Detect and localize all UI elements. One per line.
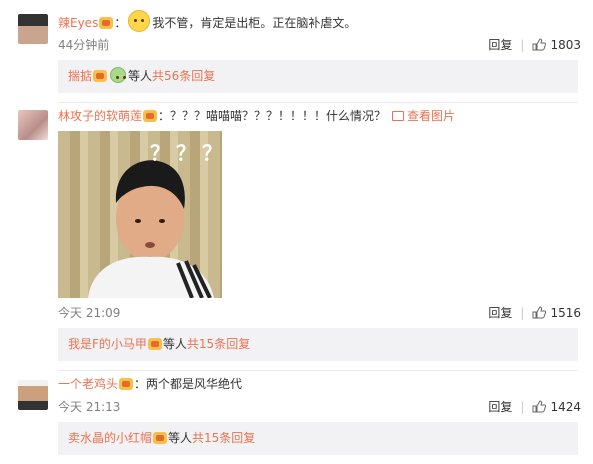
view-image-link[interactable]: 查看图片: [392, 109, 455, 123]
cat-emoji-icon: [128, 10, 151, 32]
comment-text: ？？？喵喵喵？？？！！！！什么情况？: [170, 109, 387, 123]
reply-summary-bar[interactable]: 我是F的小马甲 等人共15条回复: [58, 328, 578, 361]
comment-time: 44分钟前: [58, 38, 110, 52]
comment-time: 今天 21:09: [58, 306, 121, 320]
comment-time: 今天 21:13: [58, 400, 121, 414]
avatar[interactable]: [18, 14, 48, 44]
like-count: 1424: [550, 400, 581, 414]
thumbs-up-icon: [532, 38, 547, 51]
reply-summary-bar[interactable]: 卖水晶的小红帽 等人共15条回复: [58, 422, 578, 455]
view-image-label: 查看图片: [407, 109, 456, 123]
like-button[interactable]: 1516: [532, 306, 581, 320]
reply-count-link[interactable]: 共15条回复: [187, 337, 250, 351]
vip-badge-icon: [153, 432, 168, 444]
comment-username[interactable]: 一个老鸡头: [58, 377, 118, 391]
reply-suffix: 等人: [162, 337, 187, 351]
comment-username[interactable]: 辣Eyes: [58, 16, 98, 30]
reply-username[interactable]: 卖水晶的小红帽: [68, 431, 152, 445]
comment-actions: 回复 | 1424: [488, 400, 581, 414]
comment-username[interactable]: 林攻子的软萌莲: [58, 109, 142, 123]
reply-username[interactable]: 揣掂: [68, 69, 92, 83]
reply-button[interactable]: 回复: [488, 400, 512, 414]
face-emoji-icon: [110, 67, 127, 83]
colon: ：: [134, 377, 147, 391]
avatar[interactable]: [18, 380, 48, 410]
reply-username[interactable]: 我是F的小马甲: [68, 337, 147, 351]
divider: [58, 370, 578, 371]
like-button[interactable]: 1424: [532, 400, 581, 414]
vip-badge-icon: [143, 110, 158, 122]
colon: ：: [158, 109, 171, 123]
image-icon: [392, 111, 405, 121]
like-count: 1516: [550, 306, 581, 320]
comment-actions: 回复 | 1516: [488, 306, 581, 320]
thumbs-up-icon: [532, 400, 547, 413]
vip-badge-icon: [147, 338, 162, 350]
comment-image[interactable]: ？？？: [58, 131, 222, 298]
reply-button[interactable]: 回复: [488, 38, 512, 52]
reply-suffix: 等人: [168, 431, 193, 445]
reply-count-link[interactable]: 共15条回复: [192, 431, 255, 445]
vip-badge-icon: [119, 378, 134, 390]
vip-badge-icon: [99, 17, 114, 29]
comment-text: 两个都是风华绝代: [146, 377, 243, 391]
reply-button[interactable]: 回复: [488, 306, 512, 320]
reply-count-link[interactable]: 共56条回复: [152, 69, 215, 83]
comment-actions: 回复 | 1803: [488, 38, 581, 52]
reply-summary-bar[interactable]: 揣掂 等人共56条回复: [58, 60, 578, 93]
vip-badge-icon: [93, 70, 108, 82]
like-button[interactable]: 1803: [532, 38, 581, 52]
image-overlay-text: ？？？: [150, 141, 222, 165]
thumbs-up-icon: [532, 306, 547, 319]
divider: [58, 102, 578, 103]
like-count: 1803: [550, 38, 581, 52]
comment-text: 我不管，肯定是出柜。正在脑补虐文。: [152, 16, 357, 30]
avatar[interactable]: [18, 110, 48, 140]
colon: ：: [114, 16, 127, 30]
reply-suffix: 等人: [128, 69, 153, 83]
